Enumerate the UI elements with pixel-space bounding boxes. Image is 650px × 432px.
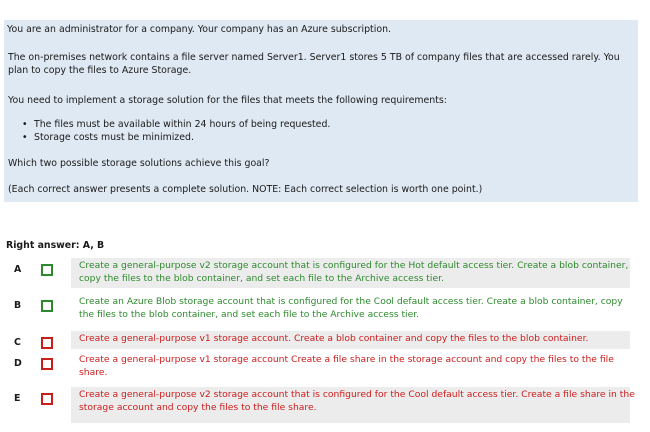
option-letter: B [14, 300, 22, 311]
requirement-item: The files must be available within 24 ho… [22, 119, 330, 132]
requirement-item: Storage costs must be minimized. [22, 132, 330, 145]
question-paragraph-4: (Each correct answer presents a complete… [8, 184, 483, 195]
option-checkbox[interactable] [41, 337, 53, 349]
option-letter: A [14, 264, 22, 275]
question-paragraph-1: The on-premises network contains a file … [8, 52, 620, 76]
option-letter: E [14, 393, 21, 404]
option-checkbox[interactable] [41, 264, 53, 276]
question-paragraph-2: You need to implement a storage solution… [8, 95, 447, 106]
option-letter: C [14, 337, 21, 348]
option-text: Create a general-purpose v2 storage acco… [79, 260, 629, 284]
option-checkbox[interactable] [41, 358, 53, 370]
intro-text-overlay: You are an administrator for a company. … [7, 24, 391, 35]
option-checkbox[interactable] [41, 393, 53, 405]
option-text: Create a general-purpose v1 storage acco… [79, 333, 589, 344]
option-text: Create a general-purpose v1 storage acco… [79, 354, 614, 378]
option-text: Create an Azure Blob storage account tha… [79, 296, 623, 320]
option-letter: D [14, 358, 22, 369]
option-text: Create a general-purpose v2 storage acco… [79, 389, 635, 413]
question-panel [4, 20, 638, 202]
requirements-list: The files must be available within 24 ho… [22, 119, 330, 144]
right-answer-label: Right answer: A, B [6, 240, 105, 251]
question-paragraph-3: Which two possible storage solutions ach… [8, 158, 270, 169]
option-checkbox[interactable] [41, 300, 53, 312]
